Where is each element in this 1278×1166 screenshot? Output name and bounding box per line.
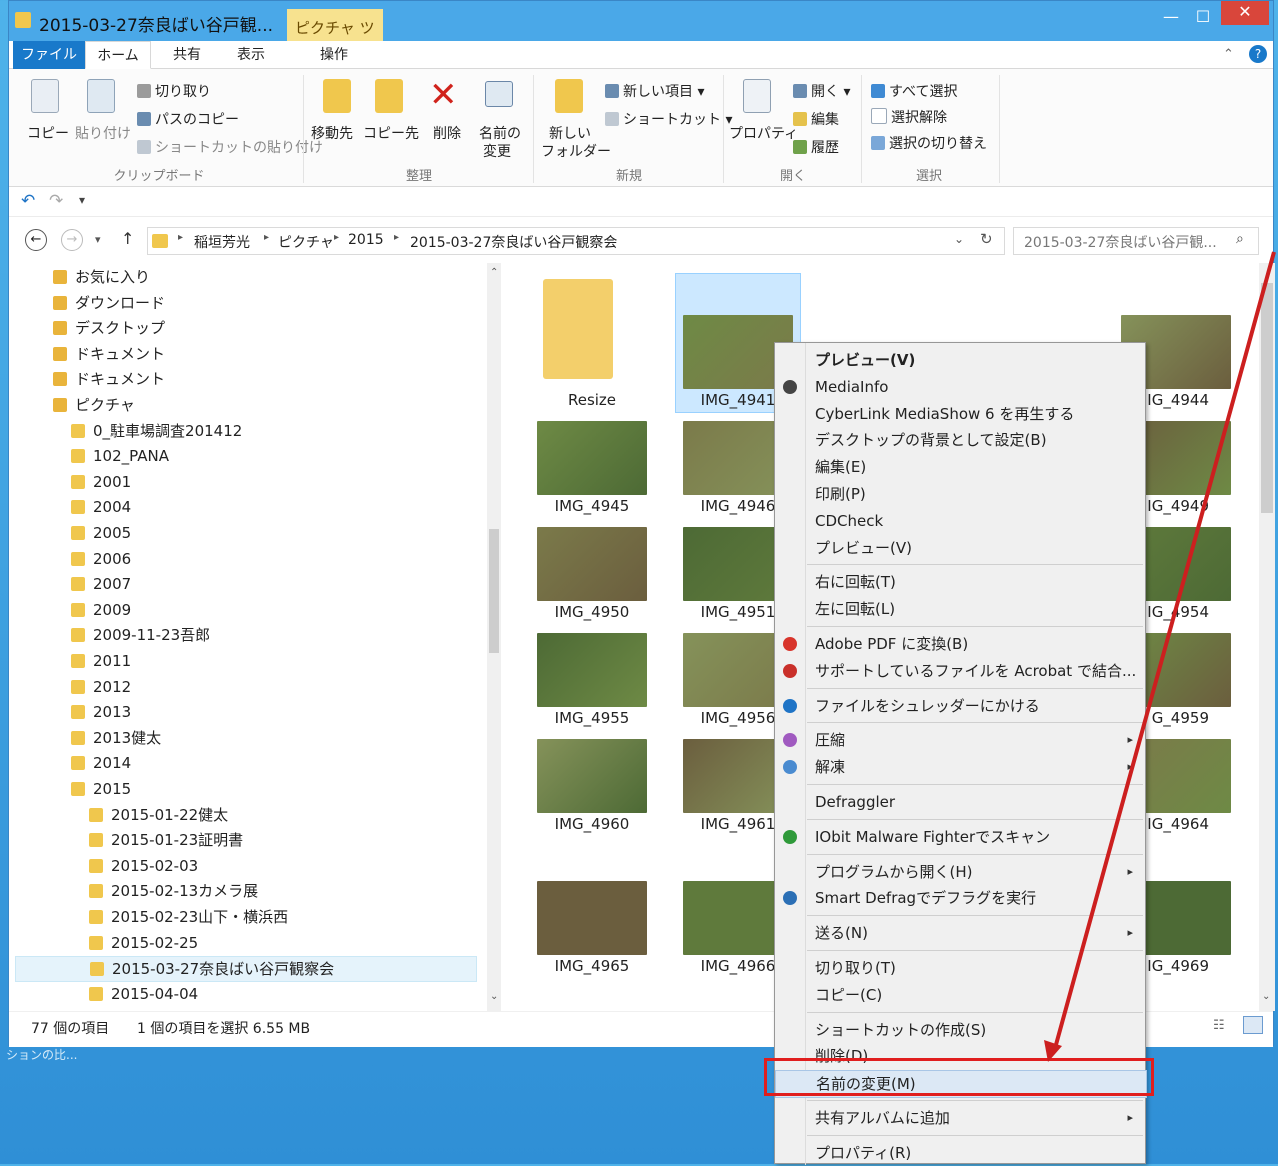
annotation-arrow — [1044, 251, 1276, 1062]
arrow-shaft — [1052, 251, 1276, 1053]
arrow-head — [1044, 1040, 1062, 1062]
